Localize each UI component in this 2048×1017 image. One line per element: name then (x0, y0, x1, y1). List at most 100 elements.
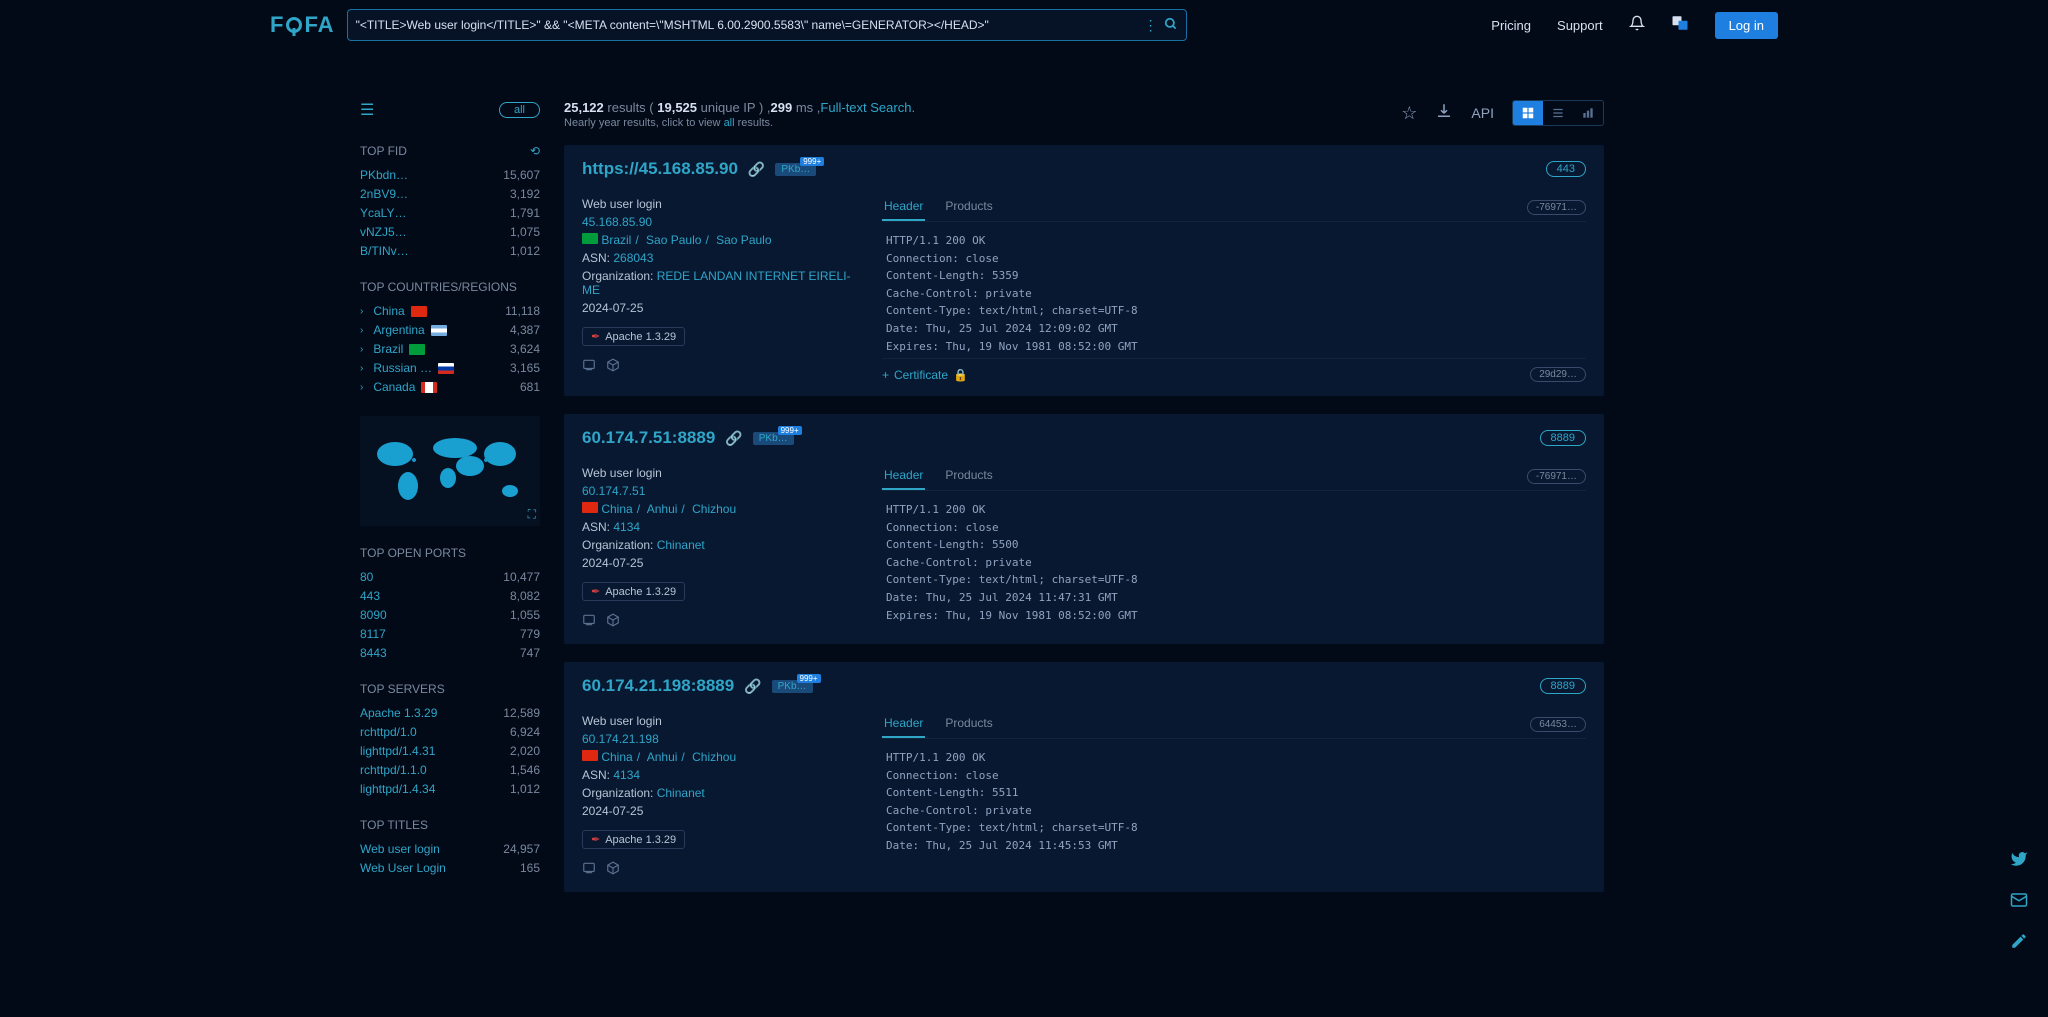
sidebar-item[interactable]: ›Brazil3,624 (360, 342, 540, 356)
tab-header[interactable]: Header (882, 710, 925, 738)
sidebar-item[interactable]: ›Argentina4,387 (360, 323, 540, 337)
sidebar-item[interactable]: rchttpd/1.06,924 (360, 725, 540, 739)
cube-icon[interactable] (606, 358, 620, 375)
world-map[interactable]: ⛶ (360, 416, 540, 526)
filter-all-pill[interactable]: all (499, 102, 540, 118)
port-pill[interactable]: 8889 (1540, 678, 1586, 694)
sidebar-item[interactable]: Apache 1.3.2912,589 (360, 706, 540, 720)
sidebar-item[interactable]: 8117779 (360, 627, 540, 641)
org-link[interactable]: Chinanet (657, 786, 705, 800)
sidebar-item[interactable]: 80901,055 (360, 608, 540, 622)
feather-icon: ✒ (591, 330, 600, 343)
filter-menu-icon[interactable]: ☰ (360, 100, 374, 120)
edit-icon[interactable] (2010, 932, 2028, 955)
tab-products[interactable]: Products (943, 462, 994, 490)
sidebar-item[interactable]: 2nBV9…3,192 (360, 187, 540, 201)
link-icon[interactable]: 🔗 (748, 161, 765, 178)
sidebar-item[interactable]: B/TINv…1,012 (360, 244, 540, 258)
hash-pill[interactable]: -76971… (1527, 200, 1586, 215)
cube-icon[interactable] (606, 613, 620, 630)
sidebar-item[interactable]: PKbdn…15,607 (360, 168, 540, 182)
sidebar-item[interactable]: vNZJ5…1,075 (360, 225, 540, 239)
logo[interactable]: FFA (270, 12, 335, 38)
support-link[interactable]: Support (1557, 18, 1603, 33)
screenshot-icon[interactable] (582, 613, 596, 630)
region-link[interactable]: Anhui (647, 750, 678, 764)
mail-icon[interactable] (2010, 891, 2028, 914)
pricing-link[interactable]: Pricing (1491, 18, 1531, 33)
hash-pill[interactable]: -76971… (1527, 469, 1586, 484)
more-icon[interactable]: ⋮ (1144, 17, 1158, 34)
region-link[interactable]: Anhui (647, 502, 678, 516)
component-tag[interactable]: ✒Apache 1.3.29 (582, 830, 685, 849)
api-link[interactable]: API (1471, 105, 1494, 121)
hash-pill[interactable]: 64453… (1530, 717, 1586, 732)
asn-link[interactable]: 4134 (613, 520, 640, 534)
ip-link[interactable]: 60.174.21.198 (582, 732, 659, 746)
fulltext-link[interactable]: Full-text Search (820, 100, 911, 115)
star-icon[interactable]: ☆ (1401, 103, 1417, 124)
search-icon[interactable] (1164, 17, 1178, 34)
port-pill[interactable]: 8889 (1540, 430, 1586, 446)
tab-products[interactable]: Products (943, 193, 994, 221)
result-title[interactable]: 60.174.7.51:8889 (582, 428, 715, 448)
port-pill[interactable]: 443 (1546, 161, 1586, 177)
sidebar-item[interactable]: Web User Login165 (360, 861, 540, 875)
sidebar-item[interactable]: lighttpd/1.4.341,012 (360, 782, 540, 796)
titles-heading: TOP TITLES (360, 818, 540, 832)
screenshot-icon[interactable] (582, 358, 596, 375)
translate-icon[interactable] (1671, 14, 1689, 37)
fid-pill[interactable]: PKb…999+ (753, 432, 794, 445)
tab-products[interactable]: Products (943, 710, 994, 738)
asn-link[interactable]: 268043 (613, 251, 653, 265)
ip-link[interactable]: 45.168.85.90 (582, 215, 652, 229)
region-link[interactable]: Sao Paulo (646, 233, 701, 247)
map-expand-icon[interactable]: ⛶ (528, 507, 536, 522)
link-icon[interactable]: 🔗 (744, 678, 761, 695)
sidebar-item[interactable]: Web user login24,957 (360, 842, 540, 856)
twitter-icon[interactable] (2010, 850, 2028, 873)
sidebar-item[interactable]: rchttpd/1.1.01,546 (360, 763, 540, 777)
grid-view-icon[interactable] (1513, 101, 1543, 125)
tab-header[interactable]: Header (882, 193, 925, 221)
sidebar-item[interactable]: 8010,477 (360, 570, 540, 584)
flag-icon (582, 750, 598, 761)
result-title[interactable]: 60.174.21.198:8889 (582, 676, 734, 696)
cert-hash-pill[interactable]: 29d29… (1530, 367, 1586, 382)
country-link[interactable]: China (601, 750, 632, 764)
fid-clear-icon[interactable]: ⟲ (530, 144, 540, 158)
component-tag[interactable]: ✒Apache 1.3.29 (582, 582, 685, 601)
fid-pill[interactable]: PKb…999+ (772, 680, 813, 693)
sidebar-item[interactable]: ›China11,118 (360, 304, 540, 318)
sidebar-item[interactable]: 8443747 (360, 646, 540, 660)
component-tag[interactable]: ✒Apache 1.3.29 (582, 327, 685, 346)
country-link[interactable]: China (601, 502, 632, 516)
sidebar-item[interactable]: YcaLY…1,791 (360, 206, 540, 220)
sidebar-item[interactable]: lighttpd/1.4.312,020 (360, 744, 540, 758)
list-view-icon[interactable] (1543, 101, 1573, 125)
certificate-link[interactable]: + Certificate 🔒 (882, 368, 968, 382)
search-input[interactable] (356, 18, 1138, 32)
city-link[interactable]: Chizhou (692, 502, 736, 516)
asn-link[interactable]: 4134 (613, 768, 640, 782)
cube-icon[interactable] (606, 861, 620, 878)
view-all-link[interactable]: all (724, 117, 735, 129)
result-title[interactable]: https://45.168.85.90 (582, 159, 738, 179)
country-link[interactable]: Brazil (601, 233, 631, 247)
login-button[interactable]: Log in (1715, 12, 1778, 39)
city-link[interactable]: Sao Paulo (716, 233, 771, 247)
fid-pill[interactable]: PKb…999+ (775, 163, 816, 176)
bell-icon[interactable] (1629, 15, 1645, 36)
link-icon[interactable]: 🔗 (725, 430, 742, 447)
chart-view-icon[interactable] (1573, 101, 1603, 125)
sidebar-item[interactable]: 4438,082 (360, 589, 540, 603)
sidebar-item[interactable]: ›Russian …3,165 (360, 361, 540, 375)
sidebar-item[interactable]: ›Canada681 (360, 380, 540, 394)
city-link[interactable]: Chizhou (692, 750, 736, 764)
screenshot-icon[interactable] (582, 861, 596, 878)
download-icon[interactable] (1435, 102, 1453, 125)
fid-heading: TOP FID (360, 144, 407, 158)
tab-header[interactable]: Header (882, 462, 925, 490)
ip-link[interactable]: 60.174.7.51 (582, 484, 645, 498)
org-link[interactable]: Chinanet (657, 538, 705, 552)
